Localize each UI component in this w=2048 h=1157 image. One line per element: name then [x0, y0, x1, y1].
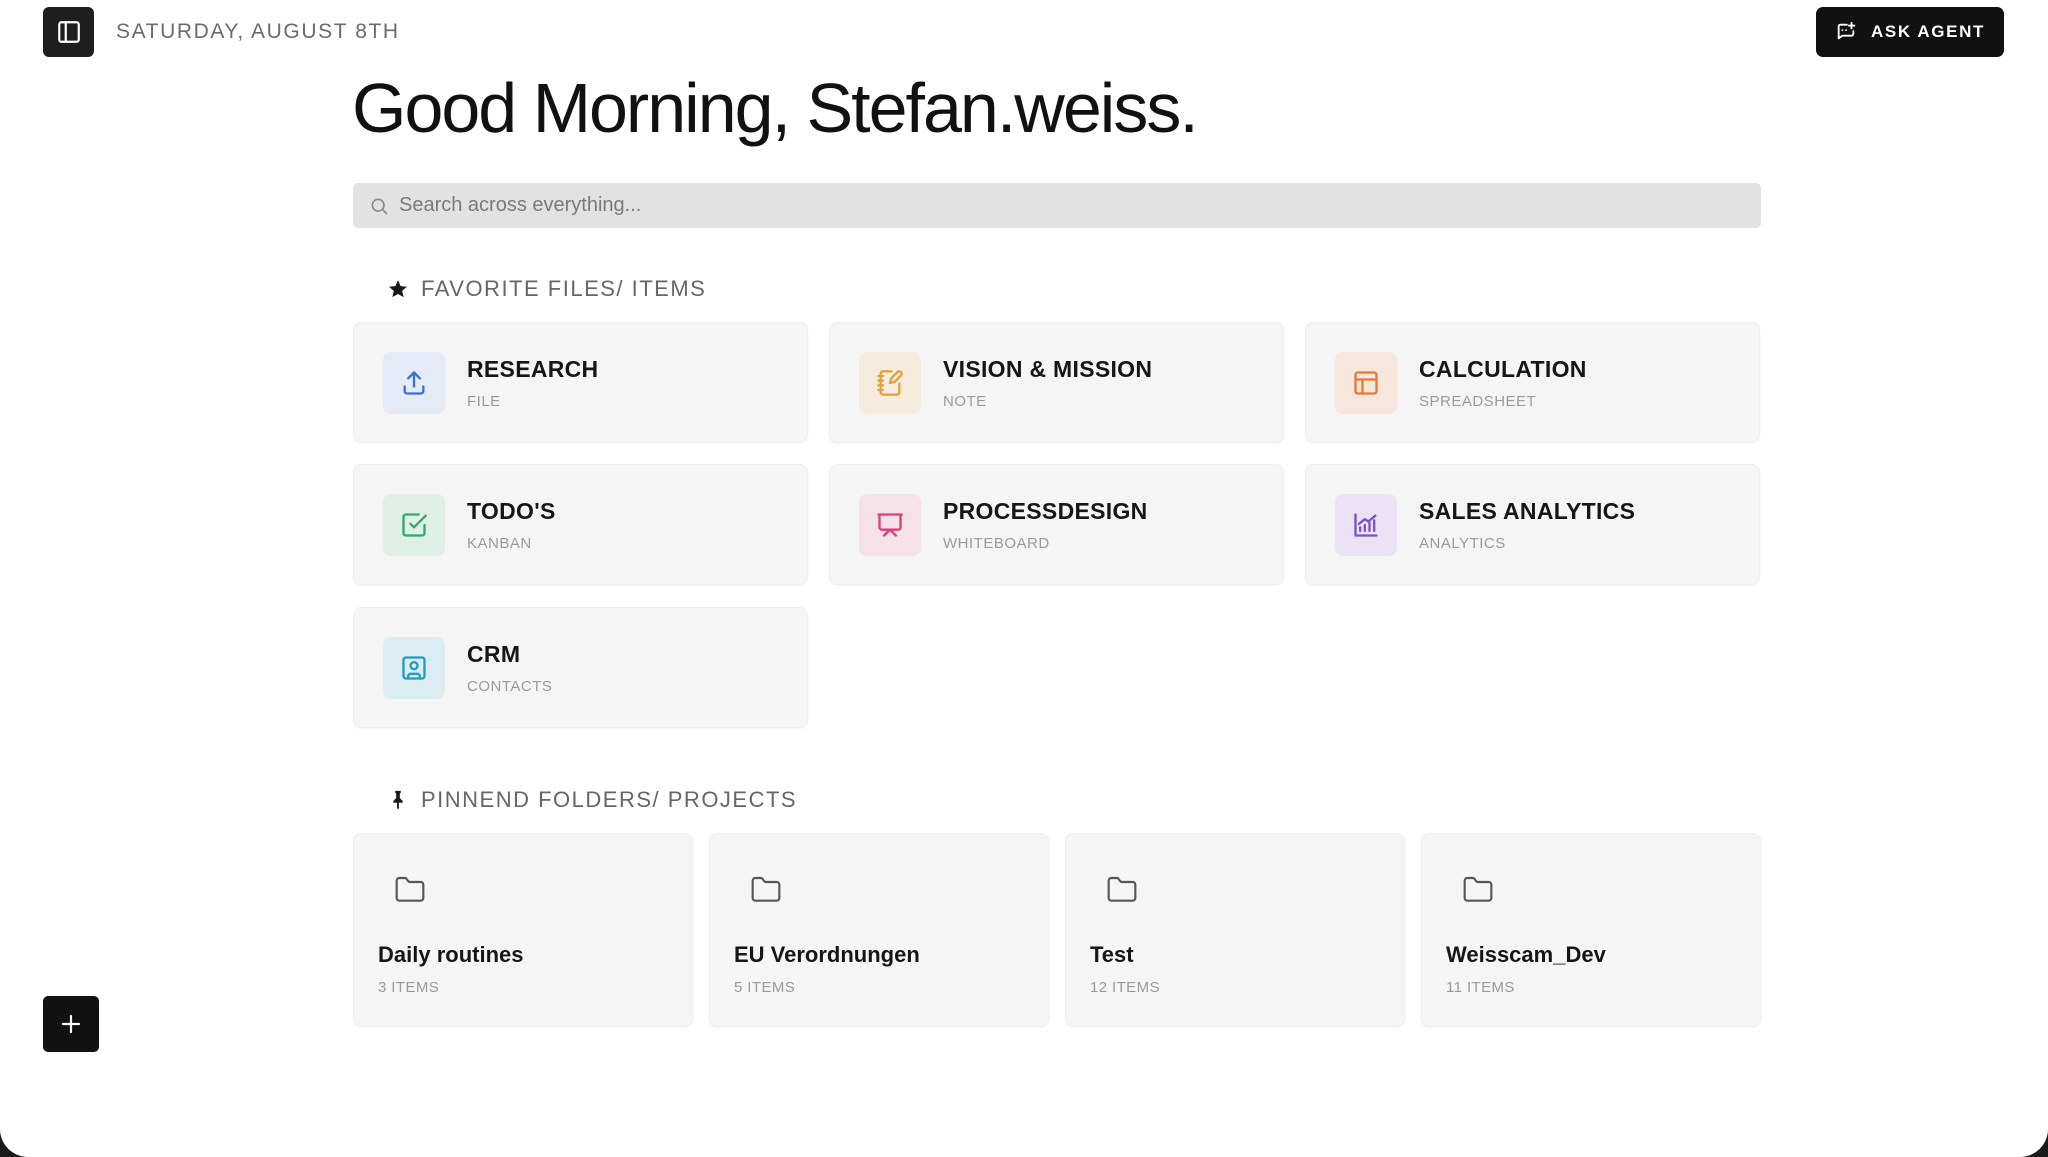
favorite-title: CALCULATION	[1419, 356, 1587, 382]
folder-card-daily-routines[interactable]: Daily routines 3 ITEMS	[353, 833, 693, 1027]
favorite-title: TODO'S	[467, 498, 556, 524]
notebook-pen-icon	[877, 370, 903, 396]
favorites-title: FAVORITE FILES/ ITEMS	[421, 276, 707, 301]
folder-name: EU Verordnungen	[734, 942, 920, 967]
favorite-title: PROCESSDESIGN	[943, 498, 1148, 524]
favorite-type: WHITEBOARD	[943, 535, 1050, 552]
favorite-title: VISION & MISSION	[943, 356, 1153, 382]
favorite-type: SPREADSHEET	[1419, 393, 1537, 410]
favorite-card-calculation[interactable]: CALCULATION SPREADSHEET	[1305, 322, 1760, 443]
folder-name: Test	[1090, 942, 1134, 967]
favorite-icon-box	[859, 494, 921, 556]
favorite-type: KANBAN	[467, 535, 532, 552]
presentation-icon	[877, 513, 903, 537]
folder-name: Daily routines	[378, 942, 524, 967]
folder-count: 3 ITEMS	[378, 979, 440, 996]
favorite-card-todos[interactable]: TODO'S KANBAN	[353, 464, 808, 585]
folder-icon	[1107, 876, 1137, 902]
folder-name: Weisscam_Dev	[1446, 942, 1606, 967]
upload-icon	[403, 371, 425, 395]
favorite-type: ANALYTICS	[1419, 535, 1506, 552]
folder-card-weisscam-dev[interactable]: Weisscam_Dev 11 ITEMS	[1421, 833, 1761, 1027]
pin-icon	[393, 790, 403, 810]
favorite-type: CONTACTS	[467, 678, 553, 695]
favorite-card-research[interactable]: RESEARCH FILE	[353, 322, 808, 443]
star-icon	[389, 280, 407, 298]
sidebar-toggle-button[interactable]	[43, 7, 94, 57]
favorite-type: FILE	[467, 393, 501, 410]
favorite-card-crm[interactable]: CRM CONTACTS	[353, 607, 808, 728]
folder-count: 12 ITEMS	[1090, 979, 1160, 996]
favorite-title: CRM	[467, 641, 521, 667]
message-plus-icon	[1837, 21, 1856, 40]
date-label: SATURDAY, AUGUST 8TH	[116, 20, 400, 43]
favorite-card-processdesign[interactable]: PROCESSDESIGN WHITEBOARD	[829, 464, 1284, 585]
folder-icon	[1463, 876, 1493, 902]
favorites-heading: FAVORITE FILES/ ITEMS	[387, 276, 706, 302]
search-input[interactable]	[399, 194, 1749, 217]
chart-icon	[1354, 513, 1378, 537]
favorite-title: RESEARCH	[467, 356, 599, 382]
ask-agent-label: ASK AGENT	[1871, 22, 1985, 41]
favorite-icon-box	[383, 637, 445, 699]
ask-agent-button[interactable]: ASK AGENT	[1816, 7, 2004, 57]
favorite-title: SALES ANALYTICS	[1419, 498, 1636, 524]
favorite-icon-box	[859, 352, 921, 414]
add-button[interactable]	[43, 996, 99, 1052]
pinned-title: PINNEND FOLDERS/ PROJECTS	[421, 787, 798, 812]
checkbox-icon	[402, 513, 427, 537]
table-icon	[1354, 371, 1378, 395]
page-title: Good Morning, Stefan.weiss.	[352, 69, 1199, 147]
folder-card-test[interactable]: Test 12 ITEMS	[1065, 833, 1405, 1027]
favorite-icon-box	[383, 494, 445, 556]
favorite-type: NOTE	[943, 393, 987, 410]
search-bar[interactable]	[353, 183, 1761, 228]
folder-icon	[395, 876, 425, 902]
folder-card-eu-verordnungen[interactable]: EU Verordnungen 5 ITEMS	[709, 833, 1049, 1027]
plus-icon	[61, 1014, 81, 1034]
favorite-card-sales-analytics[interactable]: SALES ANALYTICS ANALYTICS	[1305, 464, 1760, 585]
sidebar-icon	[57, 21, 80, 43]
favorite-icon-box	[1335, 494, 1397, 556]
dashboard-app: SATURDAY, AUGUST 8TH ASK AGENT Good Morn…	[0, 0, 2048, 1157]
favorite-icon-box	[383, 352, 445, 414]
folder-count: 5 ITEMS	[734, 979, 796, 996]
folder-icon	[751, 876, 781, 902]
favorite-card-vision-mission[interactable]: VISION & MISSION NOTE	[829, 322, 1284, 443]
favorite-icon-box	[1335, 352, 1397, 414]
pinned-heading: PINNEND FOLDERS/ PROJECTS	[387, 787, 797, 813]
folder-count: 11 ITEMS	[1446, 979, 1515, 996]
contact-icon	[402, 656, 426, 680]
search-icon	[371, 198, 388, 214]
